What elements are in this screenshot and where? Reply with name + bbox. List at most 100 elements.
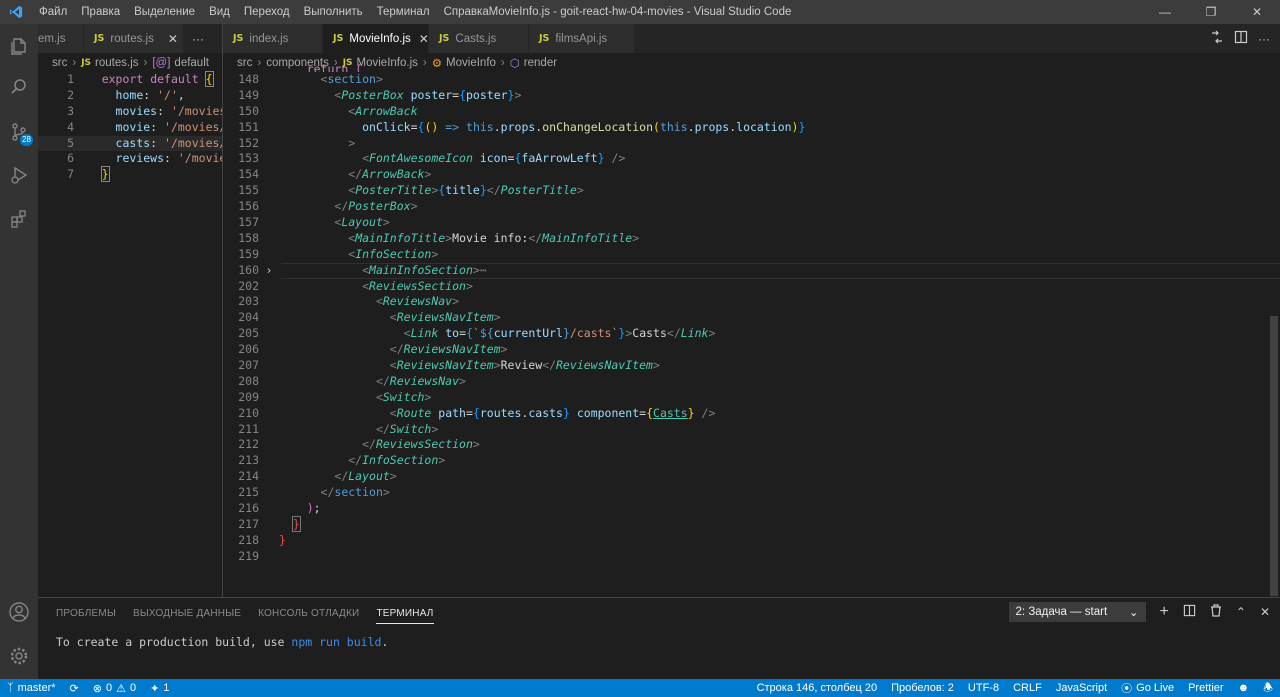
language-mode[interactable]: JavaScript bbox=[1049, 679, 1114, 697]
code-editor-left[interactable]: 1 export default { 2 home: '/', 3 movies… bbox=[38, 71, 222, 183]
line-number: 158 bbox=[238, 230, 259, 245]
js-file-icon: JS bbox=[539, 33, 550, 44]
tab-index-js[interactable]: JS index.js bbox=[223, 24, 323, 53]
tab-label: index.js bbox=[249, 32, 289, 45]
cursor-position[interactable]: Строка 146, столбец 20 bbox=[750, 679, 885, 697]
menu-help[interactable]: Справка bbox=[437, 0, 496, 24]
source-control-icon[interactable]: 28 bbox=[0, 112, 38, 152]
tab-problems[interactable]: ПРОБЛЕМЫ bbox=[56, 608, 116, 619]
editor-actions: ··· bbox=[1210, 24, 1280, 53]
code-line: 213 </InfoSection> bbox=[223, 453, 1280, 469]
tab-terminal[interactable]: ТЕРМИНАЛ bbox=[376, 608, 434, 624]
maximize-panel-icon[interactable]: ⌃ bbox=[1236, 605, 1246, 619]
prettier-status[interactable]: Prettier bbox=[1181, 679, 1230, 697]
tab-debug-console[interactable]: КОНСОЛЬ ОТЛАДКИ bbox=[258, 608, 359, 619]
encoding[interactable]: UTF-8 bbox=[961, 679, 1006, 697]
code-line: 208 </ReviewsNav> bbox=[223, 374, 1280, 390]
line-number: 5 bbox=[67, 135, 74, 150]
breadcrumb-left: src › JS routes.js › [@] default bbox=[38, 53, 222, 72]
extensions-icon[interactable] bbox=[0, 199, 38, 239]
split-editor-icon[interactable] bbox=[1234, 30, 1248, 47]
line-number: 202 bbox=[238, 278, 259, 293]
line-number: 203 bbox=[238, 294, 259, 309]
sync-status[interactable]: ⟳ bbox=[63, 682, 86, 695]
code-line: 7 } bbox=[38, 166, 222, 183]
tab-routes-js[interactable]: JS routes.js ✕ bbox=[84, 24, 184, 53]
close-icon[interactable]: ✕ bbox=[419, 32, 429, 46]
explorer-icon[interactable] bbox=[0, 26, 38, 66]
code-line: 156 </PosterBox> bbox=[223, 199, 1280, 215]
code-line: 153 <FontAwesomeIcon icon={faArrowLeft} … bbox=[223, 151, 1280, 167]
tab-output[interactable]: ВЫХОДНЫЕ ДАННЫЕ bbox=[133, 608, 241, 619]
branch-status[interactable]: ᛉ master* bbox=[0, 682, 63, 694]
code-line: 212 </ReviewsSection> bbox=[223, 437, 1280, 453]
close-icon[interactable]: ✕ bbox=[168, 32, 178, 46]
branch-label: master* bbox=[17, 682, 56, 694]
fold-chevron-icon[interactable]: › bbox=[259, 263, 279, 279]
warning-count: 0 bbox=[129, 682, 137, 694]
breadcrumb-item[interactable]: default bbox=[174, 57, 209, 69]
menu-selection[interactable]: Выделение bbox=[127, 0, 202, 24]
code-line: 211 </Switch> bbox=[223, 422, 1280, 438]
more-actions-icon[interactable]: ··· bbox=[1258, 32, 1270, 46]
line-number: 216 bbox=[238, 501, 259, 516]
manage-gear-icon[interactable] bbox=[0, 636, 38, 676]
live-share-count: 1 bbox=[163, 682, 170, 694]
tab-filmsapi-js[interactable]: JS filmsApi.js bbox=[529, 24, 635, 53]
line-number: 152 bbox=[238, 135, 259, 150]
feedback-icon[interactable]: ☻ bbox=[1231, 679, 1257, 697]
code-editor-right[interactable]: return ( 148 <section> 149 <PosterBox po… bbox=[223, 62, 1280, 565]
restore-icon[interactable]: ❐ bbox=[1188, 0, 1234, 24]
close-panel-icon[interactable]: ✕ bbox=[1260, 605, 1270, 619]
line-ending[interactable]: CRLF bbox=[1006, 679, 1049, 697]
menu-file[interactable]: Файл bbox=[32, 0, 74, 24]
account-icon[interactable] bbox=[0, 592, 38, 632]
line-number: 160 bbox=[238, 262, 259, 277]
breadcrumb-item[interactable]: src bbox=[52, 57, 67, 69]
terminal-output[interactable]: To create a production build, use npm ru… bbox=[38, 635, 1280, 649]
trash-icon[interactable] bbox=[1210, 604, 1222, 620]
line-number: 219 bbox=[238, 548, 259, 563]
live-share-status[interactable]: ✦ 1 bbox=[143, 682, 176, 695]
search-icon[interactable] bbox=[0, 67, 38, 107]
menu-terminal[interactable]: Терминал bbox=[370, 0, 437, 24]
tab-casts-js[interactable]: JS Casts.js bbox=[429, 24, 529, 53]
vertical-scrollbar[interactable] bbox=[1270, 72, 1280, 597]
terminal-text: . bbox=[381, 635, 389, 649]
problems-status[interactable]: ⊗ 0 ⚠ 0 bbox=[86, 682, 143, 695]
tab-movieinfo-js[interactable]: JS MovieInfo.js ✕ bbox=[323, 24, 429, 53]
menu-go[interactable]: Переход bbox=[237, 0, 297, 24]
scrollbar-thumb[interactable] bbox=[1270, 316, 1278, 596]
split-terminal-icon[interactable] bbox=[1183, 604, 1196, 620]
code-line: 210 <Route path={routes.casts} component… bbox=[223, 406, 1280, 422]
line-number: 154 bbox=[238, 167, 259, 182]
menu-view[interactable]: Вид bbox=[202, 0, 237, 24]
code-line: 4 movie: '/movies/: bbox=[38, 120, 222, 136]
js-file-icon: JS bbox=[439, 33, 450, 44]
close-window-icon[interactable]: ✕ bbox=[1234, 0, 1280, 24]
code-line: 154 </ArrowBack> bbox=[223, 167, 1280, 183]
compare-changes-icon[interactable] bbox=[1210, 30, 1224, 47]
indentation[interactable]: Пробелов: 2 bbox=[884, 679, 961, 697]
line-number: 1 bbox=[67, 72, 74, 86]
code-line: 204 <ReviewsNavItem> bbox=[223, 310, 1280, 326]
code-line: 219 bbox=[223, 549, 1280, 565]
menu-run[interactable]: Выполнить bbox=[297, 0, 370, 24]
run-debug-icon[interactable] bbox=[0, 155, 38, 195]
tab-em-js[interactable]: em.js bbox=[38, 24, 84, 53]
more-actions-icon[interactable]: ··· bbox=[192, 24, 214, 53]
js-file-icon: JS bbox=[333, 33, 344, 44]
code-line: 150 <ArrowBack bbox=[223, 104, 1280, 120]
code-line: 155 <PosterTitle>{title}</PosterTitle> bbox=[223, 183, 1280, 199]
terminal-select[interactable]: 2: Задача — start ⌄ bbox=[1008, 602, 1146, 622]
minimize-icon[interactable]: — bbox=[1142, 0, 1188, 24]
menu-bar: Файл Правка Выделение Вид Переход Выполн… bbox=[32, 0, 496, 24]
status-bar: ᛉ master* ⟳ ⊗ 0 ⚠ 0 ✦ 1 Строка 146, стол… bbox=[0, 679, 1280, 697]
symbol-icon: [@] bbox=[152, 56, 171, 69]
menu-edit[interactable]: Правка bbox=[74, 0, 127, 24]
new-terminal-icon[interactable]: + bbox=[1160, 603, 1169, 621]
go-live-button[interactable]: ⦿ Go Live bbox=[1114, 679, 1181, 697]
breadcrumb-item[interactable]: routes.js bbox=[95, 57, 138, 69]
tab-bar-right: JS index.js JS MovieInfo.js ✕ JS Casts.j… bbox=[223, 24, 1280, 53]
notifications-icon[interactable]: 🕭 bbox=[1256, 679, 1280, 697]
